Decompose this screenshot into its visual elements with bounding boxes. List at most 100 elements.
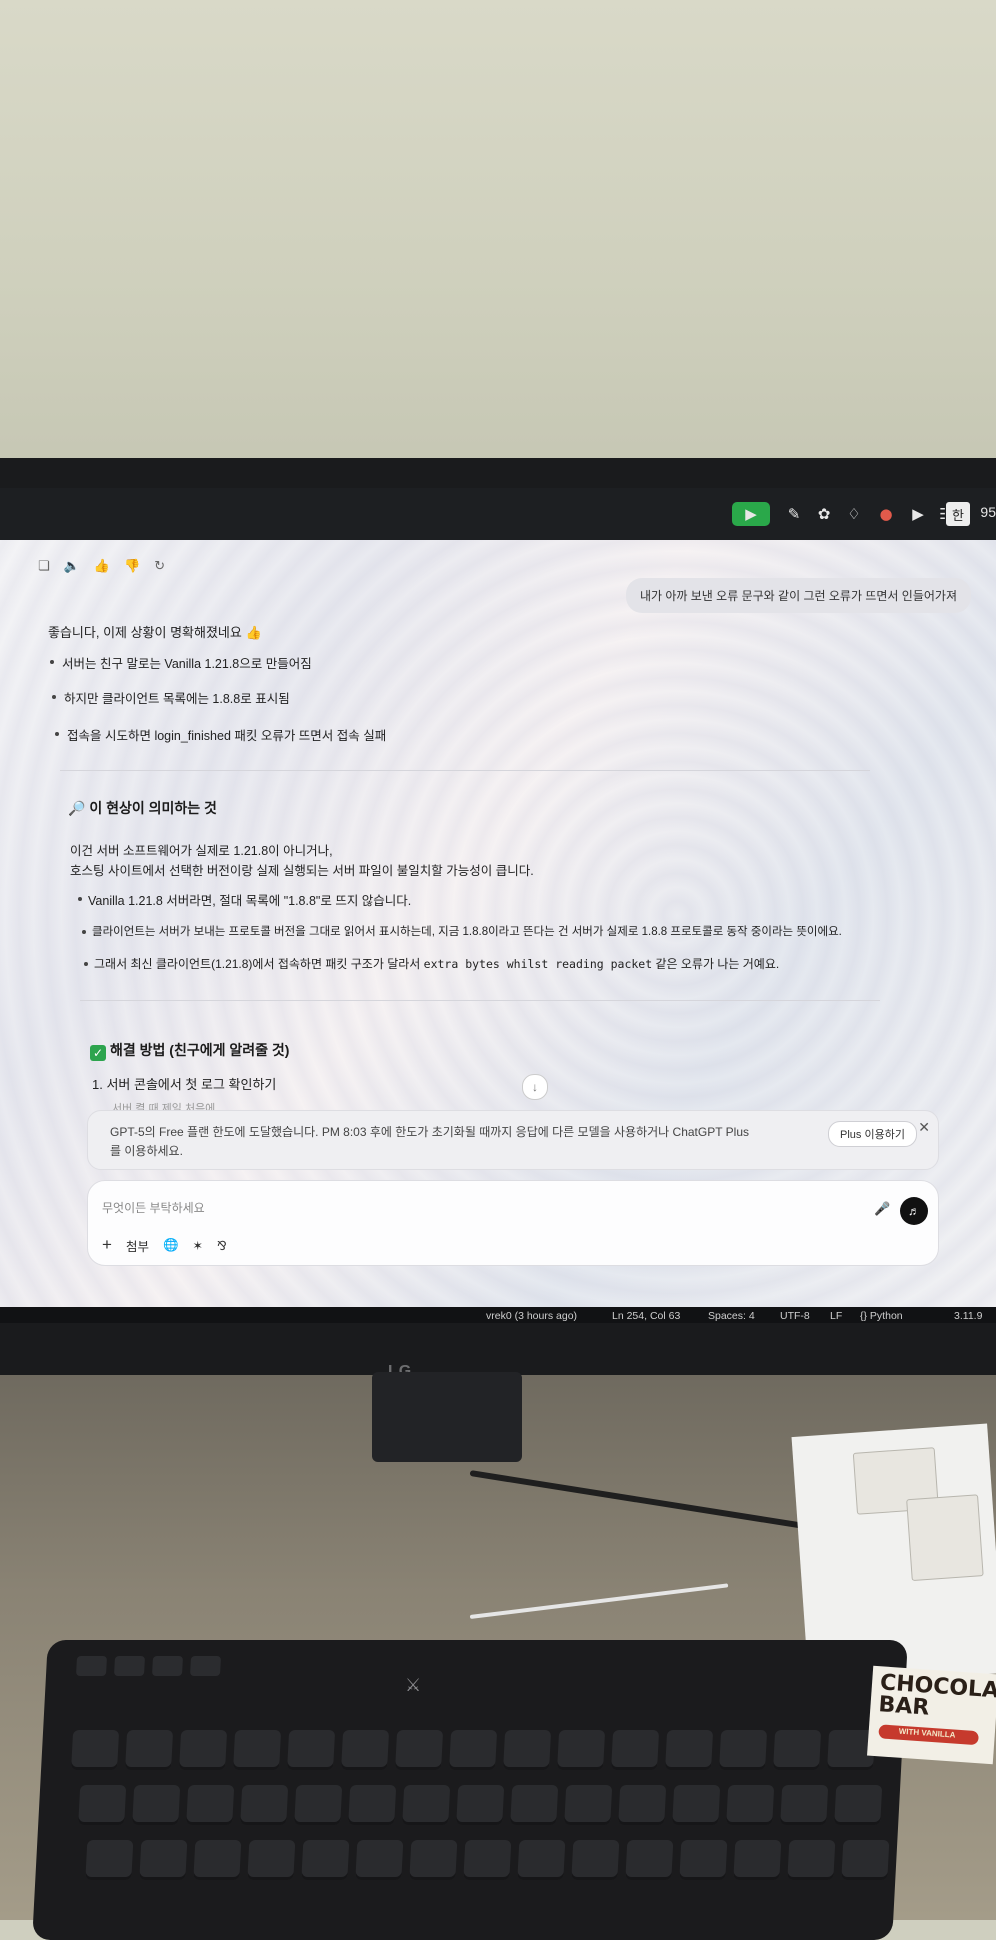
key <box>75 1656 108 1676</box>
thumbs-up-icon[interactable]: 👍 <box>94 558 110 574</box>
key <box>503 1730 552 1770</box>
key <box>132 1785 181 1825</box>
key <box>665 1730 714 1770</box>
bullet-dot <box>84 962 88 966</box>
chatgpt-icon[interactable]: ✿ <box>812 502 836 526</box>
shield-icon[interactable]: ♢ <box>842 502 866 526</box>
section-heading-meaning: 🔎 이 현상이 의미하는 것 <box>68 800 217 816</box>
key <box>841 1840 890 1880</box>
usage-limit-banner: GPT-5의 Free 플랜 한도에 도달했습니다. PM 8:03 후에 한도… <box>87 1110 939 1170</box>
key <box>456 1785 505 1825</box>
key <box>409 1840 458 1880</box>
check-icon: ✓ <box>90 1045 106 1061</box>
line-ending[interactable]: LF <box>830 1310 842 1322</box>
key <box>834 1785 883 1825</box>
indentation[interactable]: Spaces: 4 <box>708 1310 755 1322</box>
bullet-protocol: 클라이언트는 서버가 보내는 프로토콜 버전을 그대로 읽어서 표시하는데, 지… <box>92 926 842 938</box>
key <box>463 1840 512 1880</box>
pen-icon[interactable]: ✎ <box>782 502 806 526</box>
antivirus-icon[interactable]: ● <box>874 502 898 526</box>
key <box>125 1730 174 1770</box>
python-version[interactable]: 3.11.9 <box>954 1310 982 1322</box>
message-composer[interactable]: 무엇이든 부탁하세요 + 첨부 🌐 ✶ ⅋ 🎤 ♬ <box>87 1180 939 1266</box>
bullet-packet-error: 그래서 최신 클라이언트(1.21.8)에서 접속하면 패킷 구조가 달라서 e… <box>94 955 779 972</box>
chocolate-band: WITH VANILLA <box>878 1724 979 1746</box>
key <box>571 1840 620 1880</box>
media-play-icon[interactable]: ▶ <box>906 502 930 526</box>
idea-icon[interactable]: ✶ <box>193 1238 203 1253</box>
attach-label[interactable]: 첨부 <box>126 1236 149 1255</box>
key <box>557 1730 606 1770</box>
close-icon[interactable]: ✕ <box>918 1119 930 1136</box>
key <box>355 1840 404 1880</box>
key <box>179 1730 228 1770</box>
key <box>733 1840 782 1880</box>
monitor-stand <box>372 1372 522 1462</box>
composer-input[interactable]: 무엇이든 부탁하세요 <box>102 1199 205 1216</box>
inline-code: extra bytes whilst reading packet <box>423 957 653 971</box>
key <box>139 1840 188 1880</box>
taskbar: ▶ ✎ ✿ ♢ ● ▶ ☷ 한 95 <box>0 488 996 540</box>
key <box>233 1730 282 1770</box>
key-row <box>71 1730 876 1770</box>
regenerate-icon[interactable]: ↻ <box>154 558 165 574</box>
wall <box>0 0 996 470</box>
key <box>78 1785 127 1825</box>
voice-mode-button[interactable]: ♬ <box>900 1197 928 1225</box>
key <box>719 1730 768 1770</box>
key <box>341 1730 390 1770</box>
chocolate-band-text: WITH VANILLA <box>898 1726 956 1740</box>
user-message: 내가 아까 보낸 오류 문구와 같이 그런 오류가 뜨면서 인들어가져 <box>625 578 971 613</box>
key-row <box>78 1785 883 1825</box>
key <box>726 1785 775 1825</box>
copy-icon[interactable]: ❏ <box>38 558 50 574</box>
divider <box>60 770 870 771</box>
bullet-vanilla: Vanilla 1.21.8 서버라면, 절대 목록에 "1.8.8"로 뜨지 … <box>88 894 412 908</box>
assistant-intro: 좋습니다, 이제 상황이 명확해졌네요 👍 <box>48 625 262 640</box>
monitor-bottom-bezel <box>0 1323 996 1375</box>
editor-status-bar: vrek0 (3 hours ago) Ln 254, Col 63 Space… <box>0 1307 996 1323</box>
video-meeting-icon[interactable]: ▶ <box>732 502 770 526</box>
section-heading-solution: ✓ 해결 방법 (친구에게 알려줄 것) <box>90 1040 289 1061</box>
key <box>294 1785 343 1825</box>
key <box>564 1785 613 1825</box>
plus-icon[interactable]: + <box>102 1235 112 1255</box>
globe-icon[interactable]: 🌐 <box>163 1238 179 1253</box>
key <box>240 1785 289 1825</box>
monitor-screen: ▶ ✎ ✿ ♢ ● ▶ ☷ 한 95 ❏ 🔈 👍 👎 ↻ 내가 아까 보낸 오류… <box>0 488 996 1323</box>
key <box>189 1656 222 1676</box>
media-key-row <box>75 1656 222 1676</box>
bullet-dot <box>78 897 82 901</box>
key <box>113 1656 146 1676</box>
chocolate-label: CHOCOLA BAR <box>877 1670 996 1724</box>
thumbs-down-icon[interactable]: 👎 <box>124 558 140 574</box>
keyboard-logo-icon: ⚔ <box>405 1675 422 1695</box>
chocolate-text-2: BAR <box>877 1692 931 1721</box>
ime-indicator[interactable]: 한 <box>946 502 970 526</box>
key <box>672 1785 721 1825</box>
speaker-icon[interactable]: 🔈 <box>64 558 80 574</box>
upgrade-plus-button[interactable]: Plus 이용하기 <box>828 1121 917 1147</box>
key-row <box>85 1840 890 1880</box>
bullet-client-list: 하지만 클라이언트 목록에는 1.8.8로 표시됨 <box>64 692 290 706</box>
key <box>71 1730 120 1770</box>
key <box>395 1730 444 1770</box>
bullet-dot <box>52 695 56 699</box>
key <box>611 1730 660 1770</box>
cursor-position[interactable]: Ln 254, Col 63 <box>612 1310 680 1322</box>
solution-heading-text: 해결 방법 (친구에게 알려줄 것) <box>110 1042 290 1058</box>
monitor-top-bezel <box>0 458 996 488</box>
key <box>85 1840 134 1880</box>
key <box>517 1840 566 1880</box>
message-actions: ❏ 🔈 👍 👎 ↻ <box>38 558 165 574</box>
keyboard <box>32 1640 908 1940</box>
tools-icon[interactable]: ⅋ <box>217 1238 227 1253</box>
key <box>773 1730 822 1770</box>
key <box>151 1656 184 1676</box>
scroll-down-button[interactable]: ↓ <box>522 1074 548 1100</box>
language-mode[interactable]: {} Python <box>860 1310 903 1322</box>
bullet-packet-text: 그래서 최신 클라이언트(1.21.8)에서 접속하면 패킷 구조가 달라서 <box>94 957 424 971</box>
microphone-icon[interactable]: 🎤 <box>874 1201 890 1217</box>
git-blame[interactable]: vrek0 (3 hours ago) <box>486 1310 577 1322</box>
encoding[interactable]: UTF-8 <box>780 1310 810 1322</box>
